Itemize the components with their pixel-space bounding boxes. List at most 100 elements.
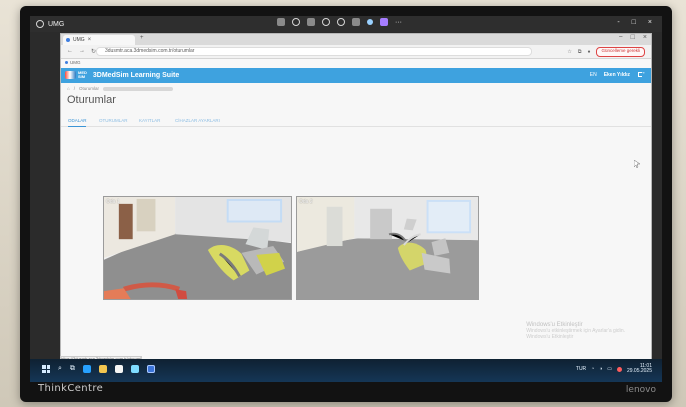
url-text: 3dusmtr.aca.3dmedsim.com.tr/oturumlar <box>105 48 195 54</box>
page-title: Oturumlar <box>67 94 116 106</box>
record-icon[interactable] <box>337 18 345 26</box>
bookmark-favicon-icon <box>65 61 68 64</box>
tab-oturumlar[interactable]: OTURUMLAR <box>99 118 128 123</box>
close-button[interactable]: × <box>648 19 652 26</box>
cursor-icon <box>633 159 641 169</box>
bookmark-label: UMG <box>70 60 81 65</box>
photo-scene: UMG ··· - □ × UMG × + − □ × ← → ↻ 3dusmt… <box>0 0 686 407</box>
logo-small: MED SIM <box>78 70 87 79</box>
browser-minimize-button[interactable]: − <box>619 34 623 41</box>
app-header: MED SIM 3DMedSim Learning Suite EN Eken Y… <box>61 68 651 83</box>
room-card[interactable]: Oda 1 <box>103 196 292 300</box>
extension-icon[interactable]: ⧉ <box>578 49 582 55</box>
edge-icon[interactable] <box>82 365 91 373</box>
chat-icon[interactable] <box>352 18 360 26</box>
store-icon[interactable] <box>114 365 123 373</box>
video-camera-icon[interactable] <box>277 18 285 26</box>
windows-start-icon[interactable] <box>42 365 50 373</box>
room-camera-feed-2 <box>297 197 478 299</box>
windows-taskbar: ⌕ ⧉ TUR ◔ ◑ ▭ 11:01 29.05.2025 <box>30 359 662 382</box>
url-field[interactable]: 3dusmtr.aca.3dmedsim.com.tr/oturumlar <box>96 47 532 56</box>
close-icon[interactable]: × <box>88 37 92 43</box>
speaker-icon[interactable]: ◑ <box>599 366 602 372</box>
browser-maximize-button[interactable]: □ <box>631 34 635 41</box>
topbar-center-icons: ··· <box>277 18 402 26</box>
trash-icon[interactable] <box>307 18 315 26</box>
logo-mark <box>65 71 76 79</box>
topbar-window-controls: - □ × <box>617 19 652 26</box>
breadcrumb-current[interactable]: Oturumlar <box>79 86 99 91</box>
room-camera-feed-1 <box>104 197 291 299</box>
logout-icon[interactable] <box>637 69 646 79</box>
device-maker: lenovo <box>625 385 656 395</box>
room-label: Oda 1 <box>106 199 120 205</box>
breadcrumb-separator: / <box>73 86 75 91</box>
app-title: 3DMedSim Learning Suite <box>92 71 180 79</box>
mail-icon[interactable] <box>130 365 139 373</box>
active-tab-underline <box>68 126 86 127</box>
search-icon[interactable]: ⌕ <box>58 365 62 373</box>
notification-badge <box>616 366 622 372</box>
page-content: ⌂ / Oturumlar Oturumlar ODALAR OTURUMLAR… <box>61 83 651 365</box>
taskbar-right: TUR ◔ ◑ ▭ 11:01 29.05.2025 <box>576 364 652 374</box>
header-actions: EN Eken Yıldız <box>590 69 646 79</box>
mouse-cursor <box>633 155 641 169</box>
windows-desktop: ⌕ ⧉ TUR ◔ ◑ ▭ 11:01 29.05.2025 <box>30 359 662 382</box>
new-tab-button[interactable]: + <box>140 35 144 41</box>
screen: UMG ··· - □ × UMG × + − □ × ← → ↻ 3dusmt… <box>30 16 662 382</box>
browser-window: UMG × + − □ × ← → ↻ 3dusmtr.aca.3dmedsim… <box>60 33 652 366</box>
folder-icon[interactable] <box>367 19 373 25</box>
content-tabs: ODALAR OTURUMLAR KAYITLAR CİHAZLAR AYARL… <box>61 117 651 127</box>
browser-close-button[interactable]: × <box>643 34 647 41</box>
language-switch[interactable]: EN <box>590 72 597 78</box>
home-icon[interactable]: ⌂ <box>67 86 70 91</box>
bookmark-item[interactable]: UMG <box>65 60 81 65</box>
wifi-icon[interactable]: ◔ <box>591 366 594 372</box>
user-name[interactable]: Eken Yıldız <box>604 72 630 78</box>
taskbar-left: ⌕ ⧉ <box>42 365 155 373</box>
forward-icon[interactable]: → <box>79 48 85 55</box>
language-indicator[interactable]: TUR <box>576 366 586 372</box>
browser-window-controls: − □ × <box>619 34 647 41</box>
app-logo: MED SIM 3DMedSim Learning Suite <box>65 71 179 79</box>
address-actions: ☆ ⧉ ● Güncelleme gerekli <box>567 47 645 57</box>
breadcrumb-blur <box>103 86 173 91</box>
settings-icon[interactable] <box>292 18 300 26</box>
profile-icon[interactable]: ● <box>587 49 590 55</box>
browser-tab[interactable]: UMG × <box>63 35 135 45</box>
address-bar: ← → ↻ 3dusmtr.aca.3dmedsim.com.tr/oturum… <box>61 45 651 59</box>
tab-odalar[interactable]: ODALAR <box>68 118 87 123</box>
task-view-icon[interactable]: ⧉ <box>70 365 75 373</box>
warning-pill[interactable]: Güncelleme gerekli <box>596 47 645 57</box>
battery-icon[interactable]: ▭ <box>607 366 612 372</box>
tab-kayitlar[interactable]: KAYITLAR <box>139 118 160 123</box>
bookmark-icon[interactable]: ☆ <box>567 49 571 55</box>
active-app-icon[interactable] <box>146 365 155 373</box>
topbar-left: UMG <box>36 20 64 28</box>
favicon-icon <box>66 38 70 42</box>
more-icon[interactable]: ··· <box>395 19 402 26</box>
topbar-app-name: UMG <box>48 20 65 28</box>
room-label: Oda 2 <box>299 199 313 205</box>
tab-cihazlar-ayarlari[interactable]: CİHAZLAR AYARLARI <box>175 118 220 123</box>
room-card[interactable]: Oda 2 <box>296 196 479 300</box>
app-icon[interactable] <box>380 18 388 26</box>
file-explorer-icon[interactable] <box>98 365 107 373</box>
browser-tabbar: UMG × + − □ × <box>61 34 651 45</box>
date-text: 29.05.2025 <box>626 368 652 374</box>
sparkle-icon[interactable] <box>322 18 330 26</box>
browser-nav-buttons: ← → ↻ <box>67 48 96 55</box>
breadcrumb: ⌂ / Oturumlar <box>67 86 173 91</box>
remote-app-topbar: UMG ··· - □ × <box>30 16 662 32</box>
windows-watermark: Windows'u Etkinleştir Windows'u etkinleş… <box>526 322 625 340</box>
monitor-frame: UMG ··· - □ × UMG × + − □ × ← → ↻ 3dusmt… <box>20 6 672 402</box>
app-icon <box>36 20 44 28</box>
device-brand: ThinkCentre <box>38 383 104 394</box>
room-gallery: Oda 1 Oda 2 <box>103 196 487 300</box>
watermark-line-2: Windows'u Etkinleştir <box>526 334 574 340</box>
back-icon[interactable]: ← <box>67 48 73 55</box>
maximize-button[interactable]: □ <box>632 19 636 26</box>
minimize-button[interactable]: - <box>617 19 619 26</box>
clock[interactable]: 11:01 29.05.2025 <box>627 364 652 374</box>
browser-tab-title: UMG <box>73 37 85 43</box>
